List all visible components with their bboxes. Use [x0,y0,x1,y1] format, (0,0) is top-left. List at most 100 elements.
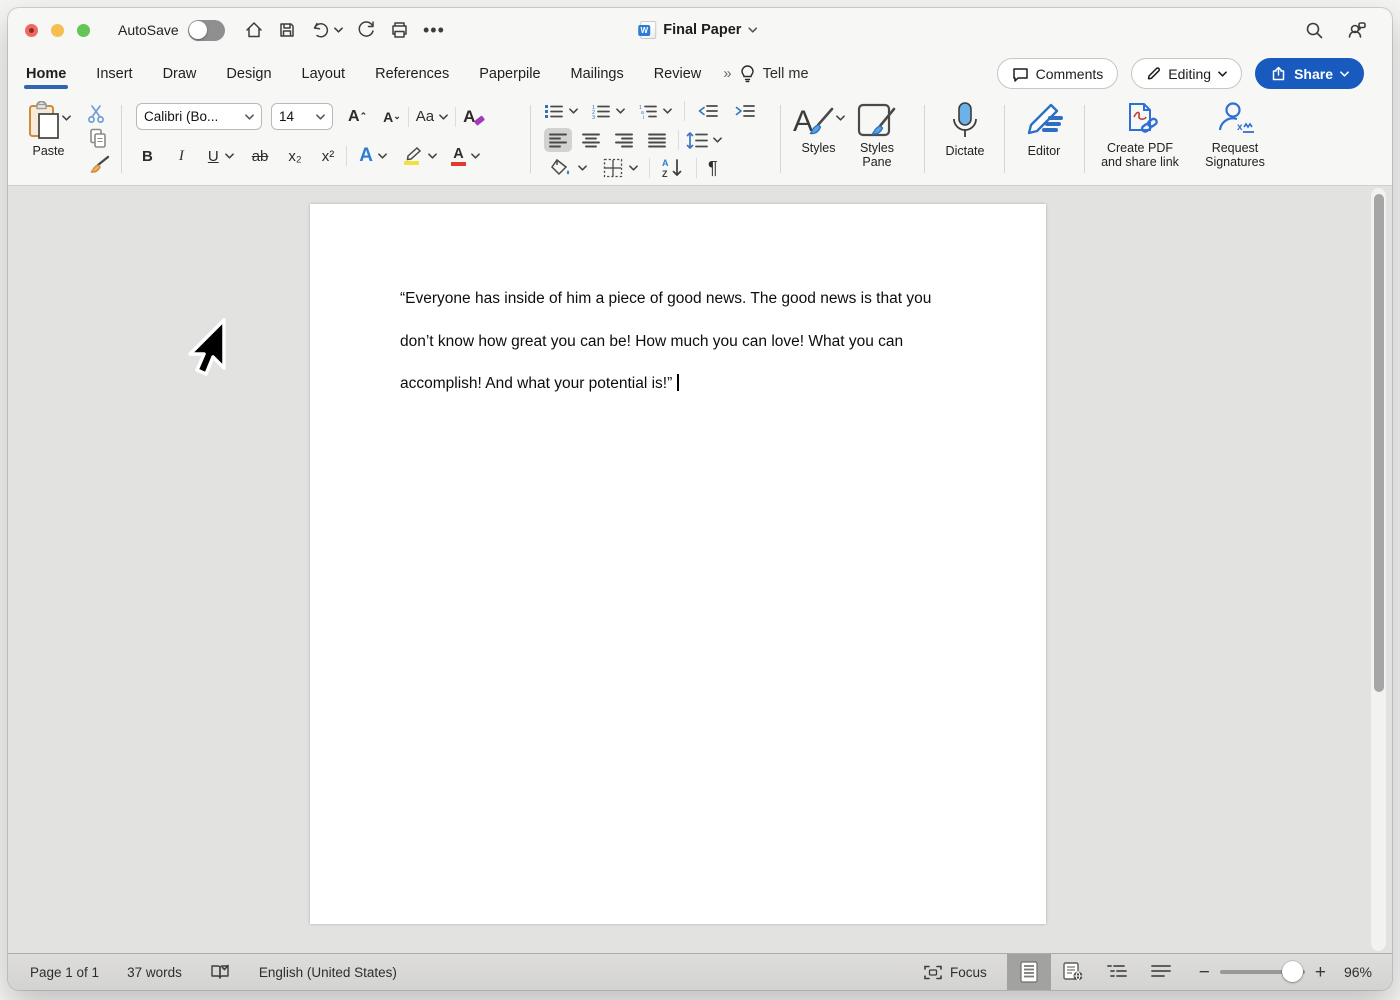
comment-icon [1012,66,1029,82]
scrollbar-track[interactable] [1370,188,1386,951]
title-bar: AutoSave ••• Final Paper [8,8,1392,52]
focus-button[interactable]: Focus [924,965,987,980]
request-signatures-button[interactable]: x RequestSignatures [1192,101,1278,169]
outline-view-button[interactable] [1095,954,1139,990]
font-color-button[interactable]: A [451,147,480,166]
bullets-chevron-icon[interactable] [569,108,578,114]
pencil-icon [1146,66,1161,81]
grow-font-button[interactable]: A⌃ [348,108,367,126]
highlight-button[interactable] [401,146,437,166]
multilevel-list-button[interactable]: 1ai [638,103,658,120]
tab-mailings[interactable]: Mailings [571,57,624,91]
share-button[interactable]: Share [1255,58,1364,89]
undo-button[interactable] [310,20,343,41]
editor-button[interactable]: Editor [1008,101,1080,158]
share-chevron-icon [1340,71,1349,77]
create-pdf-button[interactable]: Create PDFand share link [1090,101,1190,169]
bold-button[interactable]: B [142,148,153,165]
more-icon[interactable]: ••• [423,20,445,41]
underline-button[interactable]: U [208,148,219,165]
language-status[interactable]: English (United States) [259,965,397,980]
sort-button[interactable]: AZ [661,157,685,179]
tab-paperpile[interactable]: Paperpile [479,57,540,91]
tab-review[interactable]: Review [654,57,702,91]
share-icon [1270,66,1287,82]
redo-button[interactable] [356,20,376,40]
zoom-out-button[interactable]: − [1199,963,1210,982]
undo-chevron-icon [334,27,343,33]
close-button[interactable] [25,24,38,37]
text-effects-button[interactable]: A [359,145,387,167]
scrollbar-thumb[interactable] [1374,194,1384,692]
multilevel-chevron-icon[interactable] [663,108,672,114]
cut-icon[interactable] [86,103,108,125]
minimize-button[interactable] [51,24,64,37]
document-title[interactable]: Final Paper [640,8,757,52]
tab-references[interactable]: References [375,57,449,91]
font-size-select[interactable]: 14 [271,103,333,130]
tab-home[interactable]: Home [26,57,66,91]
styles-icon: A [792,101,836,141]
print-layout-view-button[interactable] [1007,954,1051,990]
print-icon[interactable] [389,20,410,40]
styles-button[interactable]: A Styles [792,101,845,155]
styles-pane-button[interactable]: StylesPane [856,101,898,169]
align-center-button[interactable] [577,128,605,152]
paste-button[interactable]: Paste [26,101,71,158]
zoom-in-button[interactable]: + [1315,963,1326,982]
align-right-button[interactable] [610,128,638,152]
shrink-font-button[interactable]: A⌄ [383,109,401,125]
tab-draw[interactable]: Draw [163,57,197,91]
line-spacing-button[interactable] [686,132,722,149]
search-icon[interactable] [1305,21,1324,40]
draft-view-button[interactable] [1139,954,1183,990]
borders-button[interactable] [603,158,638,178]
format-painter-icon[interactable] [88,153,112,177]
spellcheck-icon[interactable] [210,963,231,981]
align-left-button[interactable] [544,128,572,152]
comments-button[interactable]: Comments [997,58,1119,89]
copy-icon[interactable] [88,127,108,149]
pilcrow-button[interactable]: ¶ [708,158,718,179]
tab-insert[interactable]: Insert [96,57,132,91]
document-page[interactable]: “Everyone has inside of him a piece of g… [310,204,1046,924]
tell-me-label[interactable]: Tell me [763,66,809,82]
bullets-button[interactable] [544,103,564,120]
svg-text:A: A [662,158,669,168]
shading-button[interactable] [550,158,587,178]
zoom-slider[interactable] [1220,970,1305,974]
zoom-window-button[interactable] [77,24,90,37]
autosave-toggle[interactable] [188,20,225,41]
clear-formatting-button[interactable]: A [463,106,486,127]
word-window: AutoSave ••• Final Paper [8,8,1392,990]
home-icon[interactable] [244,20,264,40]
increase-indent-button[interactable] [734,103,756,119]
justify-button[interactable] [643,128,671,152]
italic-button[interactable]: I [179,148,184,165]
strikethrough-button[interactable]: ab [252,148,269,165]
styles-chevron-icon [836,115,845,121]
numbering-button[interactable]: 123 [591,103,611,120]
lightbulb-icon [740,64,755,83]
dictate-button[interactable]: Dictate [930,101,1000,158]
page-count[interactable]: Page 1 of 1 [30,965,99,980]
superscript-button[interactable]: x² [322,148,335,165]
tab-overflow-icon[interactable]: » [723,65,731,82]
signature-person-icon: x [1214,101,1256,139]
editing-mode-button[interactable]: Editing [1131,58,1242,89]
font-name-select[interactable]: Calibri (Bo... [136,103,262,130]
save-icon[interactable] [277,20,297,40]
numbering-chevron-icon[interactable] [616,108,625,114]
tab-design[interactable]: Design [226,57,271,91]
word-count[interactable]: 37 words [127,965,182,980]
web-layout-view-button[interactable] [1051,954,1095,990]
tab-layout[interactable]: Layout [302,57,346,91]
decrease-indent-button[interactable] [697,103,719,119]
zoom-slider-thumb[interactable] [1282,961,1303,982]
presence-people-icon[interactable] [1346,20,1368,40]
zoom-percentage[interactable]: 96% [1344,964,1372,980]
document-text[interactable]: “Everyone has inside of him a piece of g… [400,278,931,406]
underline-chevron-icon[interactable] [225,153,234,159]
change-case-button[interactable]: Aa [416,108,448,125]
subscript-button[interactable]: x₂ [288,148,301,165]
